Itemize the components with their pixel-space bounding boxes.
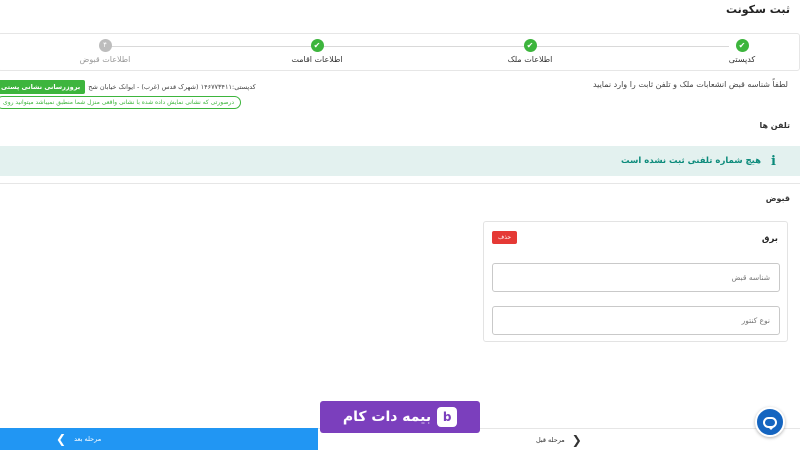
chat-bubble-icon [763, 416, 777, 430]
step-bills-info[interactable]: ۴ اطلاعات قبوض [65, 39, 145, 64]
bill-id-input[interactable] [492, 263, 780, 292]
bills-section-title: قبوض [765, 194, 790, 203]
alert-message: هیچ شماره تلفنی ثبت نشده است [621, 156, 762, 166]
logo-text: بیمه دات کام [342, 409, 432, 425]
chat-button[interactable] [755, 407, 785, 437]
postal-address: کدپستی:۱۴۶۷۷۳۴۱۱ (شهرک قدس (غرب) - ایوان… [88, 83, 256, 91]
info-icon: i [771, 153, 776, 169]
section-divider [0, 183, 800, 184]
step-label: اطلاعات قبوض [79, 55, 131, 64]
phones-section-title: تلفن ها [759, 121, 790, 130]
step-label: اطلاعات ملک [507, 55, 553, 64]
instructions-text: لطفاً شناسه قبض انشعابات ملک و تلفن ثابت… [592, 80, 788, 89]
next-step-button[interactable]: ❮ مرحله بعد [0, 428, 318, 450]
logo-badge: b [437, 407, 458, 427]
next-step-label: مرحله بعد [74, 435, 102, 443]
update-address-button[interactable]: بروزرسانی نشانی پستی [0, 80, 86, 94]
delete-button[interactable]: حذف [492, 231, 518, 244]
step-number: ۴ [98, 39, 112, 52]
postal-info: کدپستی:۱۴۶۷۷۳۴۱۱ (شهرک قدس (غرب) - ایوان… [0, 80, 256, 94]
watermark-logo: b بیمه دات کام [320, 401, 480, 433]
bill-card-title: برق [761, 234, 778, 244]
chevron-left-icon: ❮ [56, 432, 67, 446]
electricity-bill-card: برق حذف [483, 221, 788, 342]
meter-type-input[interactable] [492, 306, 780, 335]
chevron-right-icon: ❯ [571, 432, 582, 447]
page-title: ثبت سکونت [726, 3, 790, 16]
step-postal-code[interactable]: ✔ کدپستی [702, 39, 782, 64]
stepper: ✔ کدپستی ✔ اطلاعات ملک ✔ اطلاعات اقامت ۴… [0, 33, 800, 71]
check-icon: ✔ [523, 39, 537, 52]
step-residence-info[interactable]: ✔ اطلاعات اقامت [277, 39, 357, 64]
step-label: کدپستی [728, 55, 756, 64]
check-icon: ✔ [310, 39, 324, 52]
previous-step-label: مرحله قبل [536, 435, 565, 444]
step-property-info[interactable]: ✔ اطلاعات ملک [490, 39, 570, 64]
stepper-line [109, 46, 729, 47]
map-note[interactable]: درصورتی که نشانی نمایش داده شده با نشانی… [0, 96, 242, 109]
phones-empty-alert: هیچ شماره تلفنی ثبت نشده است i [0, 146, 800, 176]
check-icon: ✔ [735, 39, 749, 52]
step-label: اطلاعات اقامت [291, 55, 343, 64]
